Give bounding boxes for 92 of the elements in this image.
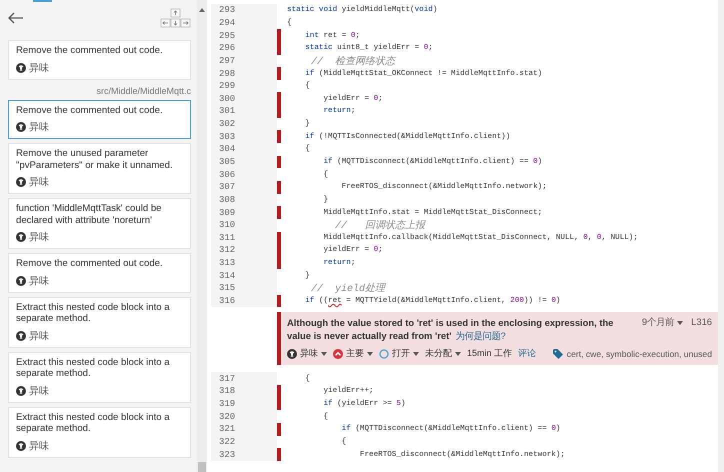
line-number: 317 — [211, 372, 277, 386]
code-smell-icon — [16, 440, 26, 450]
line-number: 294 — [211, 16, 277, 30]
code-smell-icon — [16, 177, 26, 187]
type-dropdown[interactable]: 异味 — [287, 347, 327, 360]
line-number: 309 — [211, 206, 277, 219]
issue-type: 异味 — [29, 120, 49, 134]
issue-message: Remove the unused parameter "pvParameters" or make it unnamed. — [16, 148, 174, 171]
issue-card[interactable]: Remove the commented out code. 异味 — [8, 100, 191, 139]
status-dropdown[interactable]: 打开 — [379, 347, 419, 360]
age-dropdown[interactable]: 9个月前 — [642, 316, 684, 330]
code-line: // yield处理 — [310, 282, 386, 296]
issue-card[interactable]: function 'MiddleMqttTask' could be declared with attribute 'noreturn' 异味 — [8, 198, 191, 249]
issue-message: Although the value stored to 'ret' is used in the enclosing expression, the value is never actually read from 'ret' 为何是问题? — [287, 316, 614, 342]
line-number: 308 — [211, 194, 277, 206]
line-number: 297 — [211, 54, 277, 68]
comment-link[interactable]: 评论 — [518, 347, 536, 360]
line-number: 301 — [211, 105, 277, 118]
line-number: 300 — [211, 92, 277, 106]
line-number: 316 — [211, 294, 277, 308]
assignee-dropdown[interactable]: 未分配 — [425, 347, 461, 360]
code-smell-icon — [16, 122, 26, 132]
code-smell-icon — [16, 386, 26, 396]
line-number: 319 — [211, 398, 277, 410]
line-number: 298 — [211, 67, 277, 80]
file-path: src/Middle/MiddleMqtt.c — [96, 86, 191, 96]
line-number: 314 — [211, 269, 277, 282]
issue-card[interactable]: Remove the commented out code. 异味 — [8, 40, 191, 80]
scroll-thumb[interactable] — [198, 462, 206, 472]
issue-type: 异味 — [29, 274, 49, 288]
line-number: 315 — [211, 282, 277, 295]
issue-type: 异味 — [29, 440, 49, 452]
code-smell-icon — [287, 348, 297, 359]
line-number: 321 — [211, 422, 277, 436]
line-number: 312 — [211, 244, 277, 257]
code-smell-icon — [16, 62, 26, 72]
line-number: 306 — [211, 168, 277, 181]
issue-type: 异味 — [29, 330, 49, 342]
line-number: 311 — [211, 232, 277, 244]
line-number: 310 — [211, 218, 277, 232]
line-number: 320 — [211, 410, 277, 423]
severity-dropdown[interactable]: 主要 — [333, 347, 373, 360]
severity-icon — [333, 348, 343, 359]
tab-indicator — [33, 0, 52, 2]
issue-message: Extract this nested code block into a separate method. — [16, 412, 171, 434]
code-smell-icon — [16, 276, 26, 286]
caret-icon — [455, 352, 461, 356]
line-number: 305 — [211, 156, 277, 168]
issue-message: Extract this nested code block into a separate method. — [16, 356, 171, 380]
issue-card[interactable]: Extract this nested code block into a separate method. 异味 — [8, 296, 191, 348]
caret-icon — [367, 352, 373, 356]
line-number: 299 — [211, 80, 277, 92]
line-number: 295 — [211, 29, 277, 42]
line-number: 293 — [211, 4, 277, 17]
back-arrow-icon[interactable] — [8, 12, 24, 24]
line-number: 304 — [211, 143, 277, 156]
issue-card[interactable]: Extract this nested code block into a separate method. 异味 — [8, 406, 191, 458]
effort: 15min 工作 — [467, 347, 512, 360]
issue-card[interactable]: Extract this nested code block into a separate method. 异味 — [8, 352, 191, 402]
line-number: 303 — [211, 130, 277, 144]
status-icon — [379, 348, 389, 359]
issue-type: 异味 — [29, 230, 49, 244]
issue-message: Extract this nested code block into a separate method. — [16, 302, 171, 324]
line-number: 323 — [211, 448, 277, 461]
issue-message: Remove the commented out code. — [16, 258, 164, 270]
code-line: // 回调状态上报 — [334, 218, 426, 232]
issue-type: 异味 — [29, 384, 49, 398]
line-number: 318 — [211, 385, 277, 398]
line-number: 302 — [211, 118, 277, 130]
code-smell-icon — [16, 330, 26, 340]
line-number: 313 — [211, 256, 277, 270]
issue-card[interactable]: Remove the unused parameter "pvParameters" or make it unnamed. 异味 — [8, 143, 191, 194]
line-number: 296 — [211, 42, 277, 55]
line-number: 322 — [211, 436, 277, 448]
tag-icon — [552, 348, 564, 359]
issue-card[interactable]: Remove the commented out code. 异味 — [8, 253, 191, 292]
caret-icon — [677, 320, 684, 325]
issue-message: Remove the commented out code. — [16, 45, 164, 56]
issue-message: function 'MiddleMqttTask' could be declared with attribute 'noreturn' — [16, 203, 163, 226]
caret-icon — [321, 352, 327, 356]
scroll-up-icon[interactable] — [199, 8, 205, 12]
caret-icon — [413, 352, 419, 356]
why-link[interactable]: 为何是问题? — [455, 330, 506, 342]
issue-message: Remove the commented out code. — [16, 104, 164, 116]
code-smell-icon — [16, 232, 26, 242]
line-number: 307 — [211, 180, 277, 194]
issue-tags[interactable]: cert, cwe, symbolic-execution, unused — [566, 348, 712, 359]
keyboard-arrows-icon — [160, 8, 191, 28]
line-reference: L316 — [691, 316, 712, 328]
code-line: // 检查网络状态 — [310, 54, 396, 68]
issue-type: 异味 — [29, 176, 49, 189]
issue-type: 异味 — [29, 62, 49, 74]
